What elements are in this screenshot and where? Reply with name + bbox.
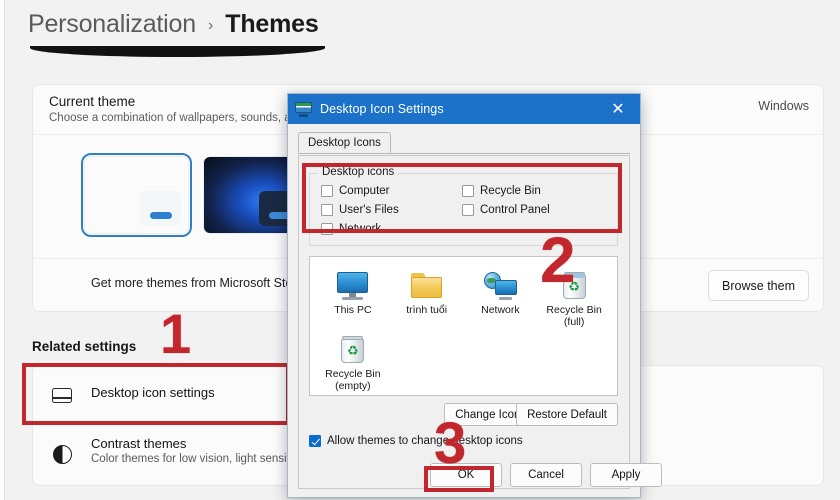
icon-preview-recycle-bin-full[interactable]: ♻ Recycle Bin (full) — [537, 265, 611, 329]
allow-themes-label: Allow themes to change desktop icons — [327, 435, 523, 447]
checkbox-users-files[interactable] — [321, 204, 333, 216]
checkbox-row-users-files[interactable]: User's Files — [321, 204, 399, 216]
desktop-icons-group: Desktop icons Computer User's Files Netw… — [309, 166, 618, 246]
desktop-icon-settings-text: Desktop icon settings — [91, 385, 215, 400]
checkbox-computer[interactable] — [321, 185, 333, 197]
current-theme-title: Current theme — [49, 94, 136, 109]
contrast-icon — [51, 443, 73, 465]
checkbox-row-computer[interactable]: Computer — [321, 185, 390, 197]
settings-window: Personalization › Themes Current theme C… — [0, 0, 840, 500]
page-title: Themes — [225, 10, 319, 38]
ok-button[interactable]: OK — [430, 463, 502, 487]
contrast-themes-description: Color themes for low vision, light sensi… — [91, 453, 304, 465]
checkbox-control-panel[interactable] — [462, 204, 474, 216]
checkbox-computer-label: Computer — [339, 185, 390, 197]
allow-themes-checkbox-row[interactable]: Allow themes to change desktop icons — [309, 435, 523, 447]
contrast-themes-text: Contrast themes Color themes for low vis… — [91, 436, 304, 465]
desktop-icons-group-label: Desktop icons — [318, 166, 399, 178]
icon-caption: Network — [481, 304, 520, 316]
breadcrumb: Personalization › Themes — [28, 10, 319, 39]
tab-desktop-icons[interactable]: Desktop Icons — [298, 132, 391, 153]
desktop-icon-settings-icon — [295, 101, 312, 117]
get-more-themes-label: Get more themes from Microsoft Stor — [91, 276, 297, 290]
chevron-right-icon: › — [207, 17, 214, 34]
folder-icon — [390, 269, 464, 302]
close-icon[interactable]: ✕ — [596, 94, 640, 124]
checkbox-recycle-bin[interactable] — [462, 185, 474, 197]
theme-name-label: Windows — [758, 99, 809, 113]
dialog-footer: OK Cancel Apply — [288, 463, 662, 489]
browse-themes-button[interactable]: Browse them — [708, 270, 809, 301]
monitor-icon — [51, 384, 73, 406]
annotation-number-1: 1 — [160, 302, 192, 365]
checkbox-row-network[interactable]: Network — [321, 223, 381, 235]
dialog-title-text: Desktop Icon Settings — [320, 102, 444, 116]
checkbox-users-files-label: User's Files — [339, 204, 399, 216]
contrast-themes-label: Contrast themes — [91, 436, 187, 451]
thumbnail-accent-chip — [140, 191, 181, 226]
dialog-body: Desktop Icons Desktop icons Computer Use… — [288, 124, 662, 497]
checkbox-row-recycle-bin[interactable]: Recycle Bin — [462, 185, 541, 197]
checkbox-control-panel-label: Control Panel — [480, 204, 550, 216]
apply-button[interactable]: Apply — [590, 463, 662, 487]
icon-caption: This PC — [334, 304, 372, 316]
current-theme-subtitle: Choose a combination of wallpapers, soun… — [49, 112, 304, 124]
recycle-bin-empty-icon: ♻ — [316, 333, 390, 366]
breadcrumb-underline-annotation — [30, 46, 325, 57]
icon-preview-network[interactable]: Network — [464, 265, 538, 329]
this-pc-icon — [316, 269, 390, 302]
icon-preview-recycle-bin-empty[interactable]: ♻ Recycle Bin (empty) — [316, 329, 390, 393]
icon-caption: Recycle Bin (empty) — [325, 368, 381, 393]
icon-preview-grid: This PC trình tuổi Network ♻ Recycle Bin… — [316, 265, 611, 393]
window-left-edge — [0, 0, 5, 500]
checkbox-allow-themes[interactable] — [309, 435, 321, 447]
desktop-icon-settings-label: Desktop icon settings — [91, 385, 215, 400]
related-settings-heading: Related settings — [32, 339, 137, 354]
checkbox-recycle-bin-label: Recycle Bin — [480, 185, 541, 197]
icon-preview-folder[interactable]: trình tuổi — [390, 265, 464, 329]
theme-thumbnail-windows-light[interactable] — [81, 153, 192, 237]
dialog-pane: Desktop icons Computer User's Files Netw… — [298, 155, 630, 489]
icon-caption: trình tuổi — [406, 304, 448, 316]
checkbox-network[interactable] — [321, 223, 333, 235]
icon-caption: Recycle Bin (full) — [546, 304, 602, 329]
restore-default-button[interactable]: Restore Default — [516, 403, 618, 426]
recycle-bin-full-icon: ♻ — [537, 269, 611, 302]
breadcrumb-personalization[interactable]: Personalization — [28, 10, 196, 39]
icon-preview-this-pc[interactable]: This PC — [316, 265, 390, 329]
dialog-title-bar: Desktop Icon Settings ✕ — [288, 94, 640, 124]
cancel-button[interactable]: Cancel — [510, 463, 582, 487]
desktop-icon-settings-dialog: Desktop Icon Settings ✕ Desktop Icons De… — [287, 93, 662, 498]
network-icon — [464, 269, 538, 302]
checkbox-row-control-panel[interactable]: Control Panel — [462, 204, 550, 216]
icon-preview-box[interactable]: This PC trình tuổi Network ♻ Recycle Bin… — [309, 256, 618, 396]
dialog-tabstrip: Desktop Icons — [298, 132, 630, 154]
checkbox-network-label: Network — [339, 223, 382, 235]
